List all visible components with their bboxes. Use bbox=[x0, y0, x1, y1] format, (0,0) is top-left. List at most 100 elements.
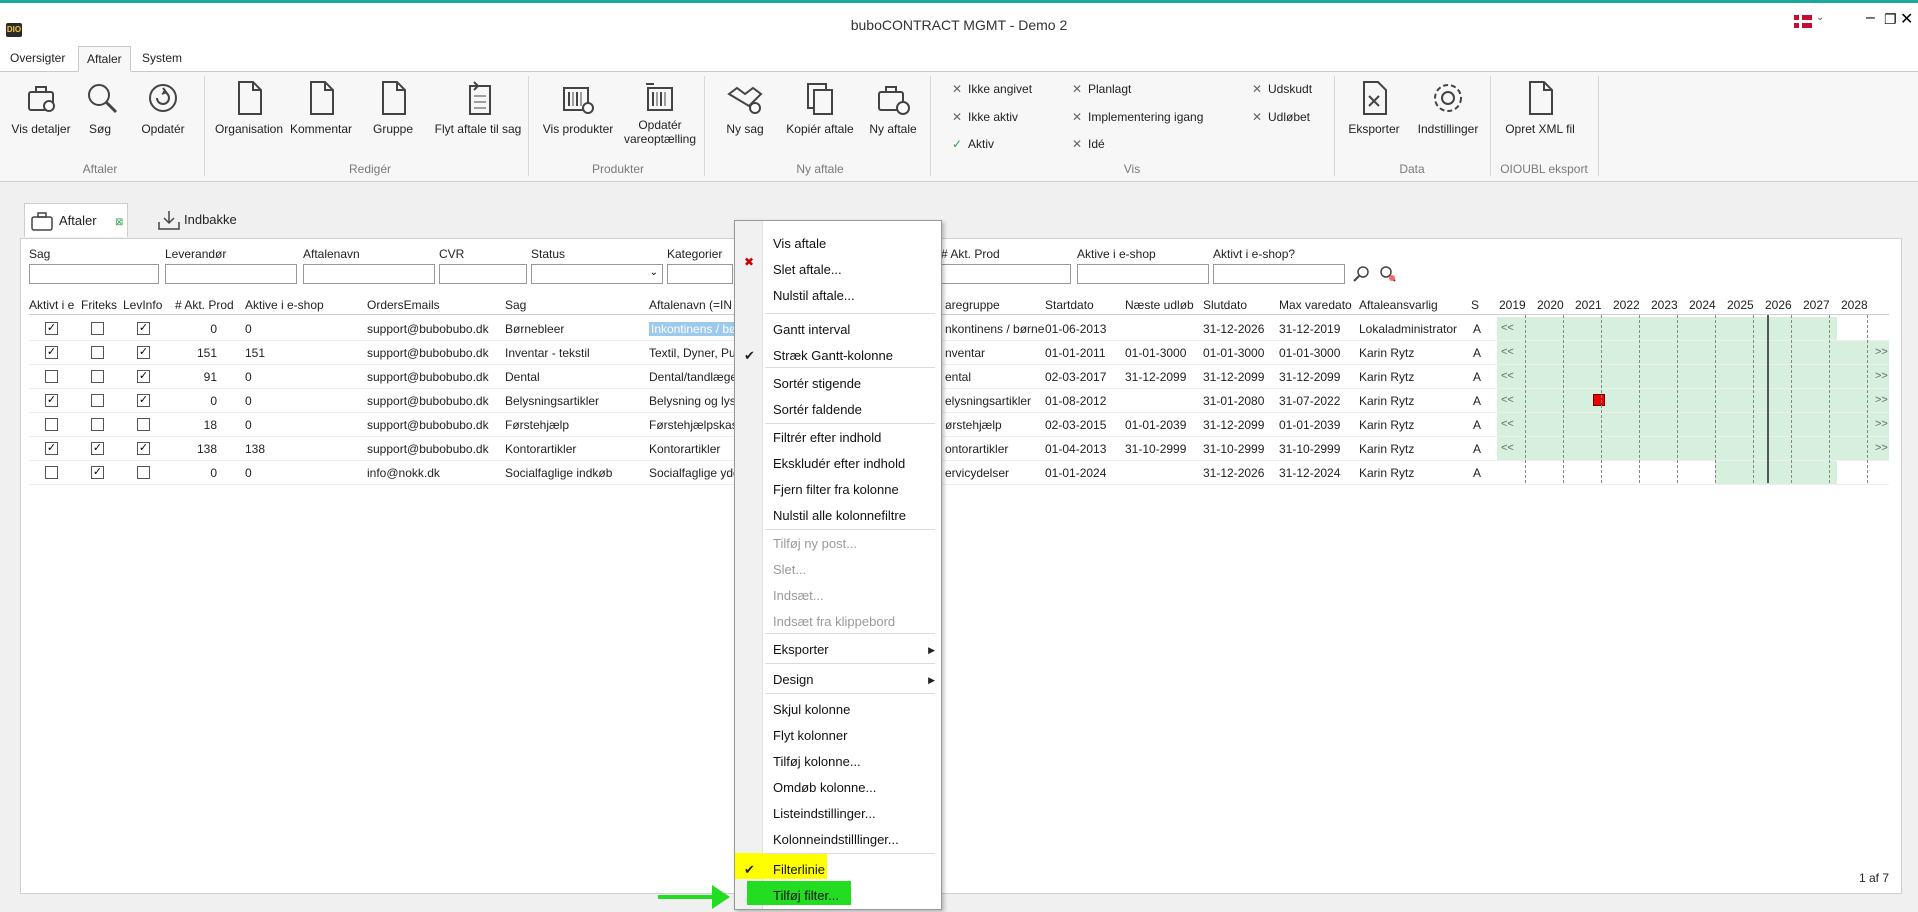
col-sag[interactable]: Sag bbox=[505, 298, 635, 312]
checkbox-friteks[interactable]: ✓ bbox=[91, 466, 104, 479]
menu-item-6[interactable]: Sortér faldende bbox=[773, 399, 862, 421]
minimize-button[interactable]: – bbox=[1866, 9, 1875, 27]
checkbox-friteks[interactable]: ✓ bbox=[91, 442, 104, 455]
soeg-button[interactable]: Søg bbox=[82, 78, 118, 136]
kopier-aftale-button[interactable]: Kopiér aftale bbox=[782, 78, 858, 136]
opret-xml-button[interactable]: Opret XML fil bbox=[1500, 78, 1580, 136]
table-row[interactable]: ✓ ✓ 151 151 support@bubobubo.dk Inventar - te… bbox=[29, 341, 1889, 365]
ny-aftale-button[interactable]: Ny aftale bbox=[866, 78, 920, 136]
close-button[interactable]: ✕ bbox=[1900, 9, 1913, 29]
col-orders-emails[interactable]: OrdersEmails bbox=[367, 298, 487, 312]
menu-item-10[interactable]: Nulstil alle kolonnefiltre bbox=[773, 505, 906, 527]
ny-sag-button[interactable]: Ny sag bbox=[722, 78, 768, 136]
vis-implementering-igang[interactable]: ✕ Implementering igang bbox=[1072, 110, 1203, 124]
checkbox-friteks[interactable] bbox=[91, 346, 104, 359]
vis-ide[interactable]: ✕ Idé bbox=[1072, 137, 1105, 151]
checkbox-friteks[interactable] bbox=[91, 418, 104, 431]
filter-input-leverandoer[interactable] bbox=[165, 264, 297, 284]
vis-ikke-aktiv[interactable]: ✕ Ikke aktiv bbox=[952, 110, 1018, 124]
menu-item-1[interactable]: Slet aftale... bbox=[773, 259, 842, 281]
menu-item-22[interactable]: Kolonneindstilllinger... bbox=[773, 829, 899, 851]
search-icon[interactable] bbox=[1353, 265, 1371, 283]
table-row[interactable]: ✓ 0 0 info@nokk.dk Socialfaglige indkøb Socia… bbox=[29, 461, 1889, 485]
doctab-aftaler[interactable]: Aftaler ⊠ bbox=[24, 203, 128, 237]
vis-detaljer-button[interactable]: Vis detaljer bbox=[6, 78, 76, 136]
menu-item-19[interactable]: Tilføj kolonne... bbox=[773, 751, 861, 773]
col-aftalenavn[interactable]: Aftalenavn (=IN bbox=[649, 298, 739, 312]
chevron-down-icon[interactable]: ⌄ bbox=[1816, 12, 1824, 23]
vis-planlagt[interactable]: ✕ Planlagt bbox=[1072, 82, 1131, 96]
menu-item-23[interactable]: Filterlinie bbox=[773, 859, 825, 881]
table-row[interactable]: 18 0 support@bubobubo.dk Førstehjælp Førsteh… bbox=[29, 413, 1889, 437]
clear-search-icon[interactable] bbox=[1379, 265, 1397, 283]
checkbox-aktivt[interactable]: ✓ bbox=[45, 322, 58, 335]
menu-item-8[interactable]: Ekskludér efter indhold bbox=[773, 453, 905, 475]
menu-item-16[interactable]: Design bbox=[773, 669, 813, 691]
checkbox-aktivt[interactable]: ✓ bbox=[45, 442, 58, 455]
menu-item-3[interactable]: Gantt interval bbox=[773, 319, 850, 341]
col-friteks[interactable]: Friteks bbox=[81, 298, 117, 312]
menu-item-15[interactable]: Eksporter bbox=[773, 639, 829, 661]
checkbox-levinfo[interactable]: ✓ bbox=[137, 322, 150, 335]
checkbox-levinfo[interactable] bbox=[137, 466, 150, 479]
checkbox-levinfo[interactable]: ✓ bbox=[137, 370, 150, 383]
checkbox-aktivt[interactable] bbox=[45, 466, 58, 479]
col-akt-prod[interactable]: # Akt. Prod bbox=[175, 298, 239, 312]
filter-input-cvr[interactable] bbox=[439, 264, 527, 284]
menu-item-2[interactable]: Nulstil aftale... bbox=[773, 285, 855, 307]
menu-item-21[interactable]: Listeindstillinger... bbox=[773, 803, 876, 825]
checkbox-friteks[interactable] bbox=[91, 370, 104, 383]
filter-input-akt-prod[interactable] bbox=[941, 264, 1071, 284]
col-aftaleansvarlig[interactable]: Aftaleansvarlig bbox=[1359, 298, 1471, 312]
filter-input-sag[interactable] bbox=[29, 264, 159, 284]
vis-aktiv[interactable]: ✓ Aktiv bbox=[952, 137, 994, 151]
gruppe-button[interactable]: Gruppe bbox=[370, 78, 416, 136]
tab-oversigter[interactable]: Oversigter bbox=[2, 46, 73, 72]
checkbox-aktivt[interactable]: ✓ bbox=[45, 346, 58, 359]
menu-item-24[interactable]: Tilføj filter... bbox=[773, 885, 839, 907]
table-row[interactable]: ✓ 91 0 support@bubobubo.dk Dental Dental/tand… bbox=[29, 365, 1889, 389]
checkbox-levinfo[interactable] bbox=[137, 418, 150, 431]
menu-item-7[interactable]: Filtrér efter indhold bbox=[773, 427, 881, 449]
flyt-aftale-button[interactable]: Flyt aftale til sag bbox=[432, 78, 524, 136]
opdater-vareoptaelling-button[interactable]: Opdatér vareoptælling bbox=[620, 78, 700, 146]
col-naeste-udloeb[interactable]: Næste udløb bbox=[1125, 298, 1201, 312]
col-startdato[interactable]: Startdato bbox=[1045, 298, 1115, 312]
col-varegruppe[interactable]: aregruppe bbox=[945, 298, 1045, 312]
danish-flag-icon[interactable] bbox=[1794, 15, 1812, 28]
restore-button[interactable]: ❐ bbox=[1884, 11, 1897, 28]
checkbox-aktivt[interactable] bbox=[45, 418, 58, 431]
checkbox-aktivt[interactable]: ✓ bbox=[45, 394, 58, 407]
menu-item-18[interactable]: Flyt kolonner bbox=[773, 725, 847, 747]
col-slutdato[interactable]: Slutdato bbox=[1203, 298, 1275, 312]
indstillinger-button[interactable]: Indstillinger bbox=[1412, 78, 1484, 136]
checkbox-levinfo[interactable]: ✓ bbox=[137, 394, 150, 407]
checkbox-aktivt[interactable] bbox=[45, 370, 58, 383]
vis-ikke-angivet[interactable]: ✕ Ikke angivet bbox=[952, 82, 1032, 96]
filter-input-aftalenavn[interactable] bbox=[303, 264, 435, 284]
table-row[interactable]: ✓ ✓ 0 0 support@bubobubo.dk Børnebleer Inkonti… bbox=[29, 317, 1889, 341]
menu-item-0[interactable]: Vis aftale bbox=[773, 233, 826, 255]
filter-select-status[interactable]: ⌄ bbox=[531, 264, 663, 284]
kommentar-button[interactable]: Kommentar bbox=[288, 78, 354, 136]
organisation-button[interactable]: Organisation bbox=[212, 78, 286, 136]
vis-produkter-button[interactable]: Vis produkter bbox=[538, 78, 618, 136]
col-s[interactable]: S bbox=[1471, 298, 1481, 312]
filter-input-kategorier[interactable] bbox=[667, 264, 733, 284]
col-max-varedato[interactable]: Max varedato bbox=[1279, 298, 1355, 312]
menu-item-17[interactable]: Skjul kolonne bbox=[773, 699, 850, 721]
doctab-indbakke[interactable]: Indbakke bbox=[154, 203, 254, 237]
opdater-button[interactable]: Opdatér bbox=[136, 78, 190, 136]
col-levinfo[interactable]: LevInfo bbox=[123, 298, 167, 312]
menu-item-9[interactable]: Fjern filter fra kolonne bbox=[773, 479, 899, 501]
checkbox-friteks[interactable] bbox=[91, 322, 104, 335]
close-tab-icon[interactable]: ⊠ bbox=[115, 206, 123, 240]
menu-item-4[interactable]: Stræk Gantt-kolonne bbox=[773, 345, 893, 367]
eksporter-button[interactable]: Eksporter bbox=[1346, 78, 1402, 136]
menu-item-5[interactable]: Sortér stigende bbox=[773, 373, 861, 395]
checkbox-levinfo[interactable]: ✓ bbox=[137, 346, 150, 359]
menu-item-20[interactable]: Omdøb kolonne... bbox=[773, 777, 876, 799]
col-aktive-eshop[interactable]: Aktive i e-shop bbox=[245, 298, 345, 312]
tab-system[interactable]: System bbox=[134, 46, 190, 72]
checkbox-levinfo[interactable]: ✓ bbox=[137, 442, 150, 455]
